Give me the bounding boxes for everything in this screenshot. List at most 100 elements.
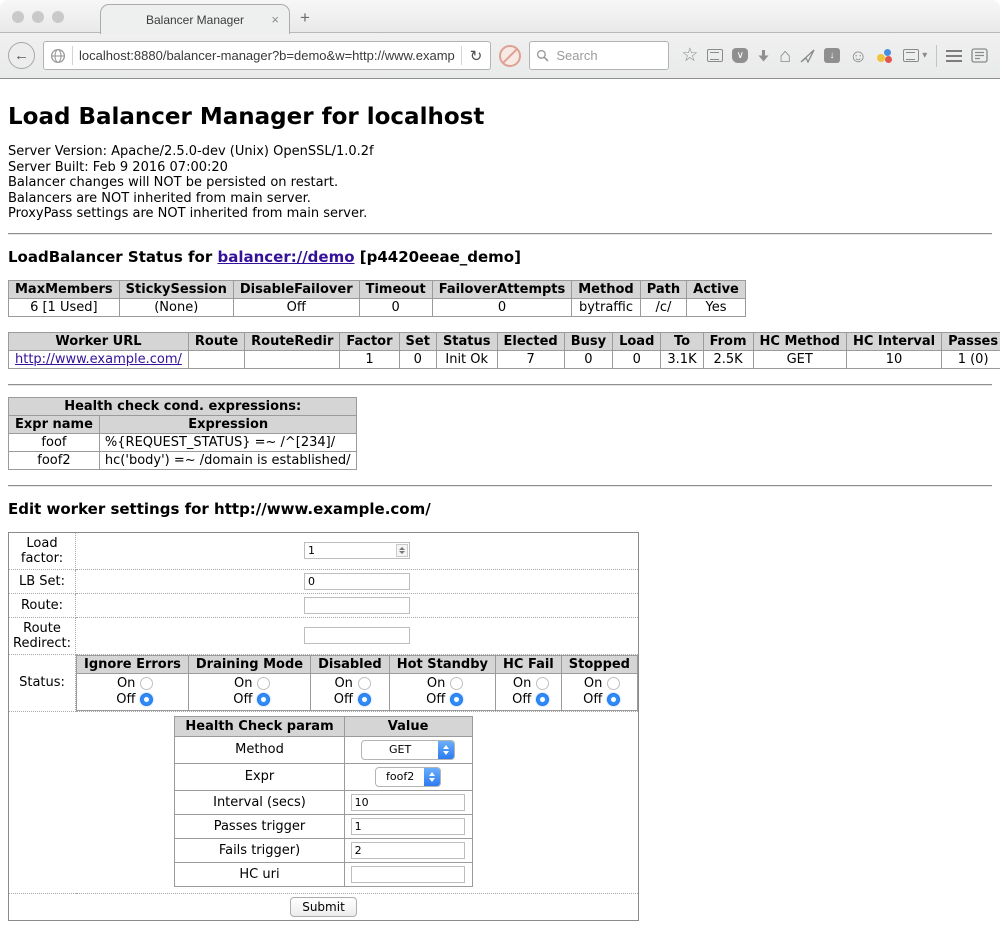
col-header: HC Method xyxy=(753,332,846,350)
server-built: Server Built: Feb 9 2016 07:00:20 xyxy=(8,160,992,176)
chevron-down-icon: ▾ xyxy=(922,51,927,61)
smiley-icon[interactable]: ☺ xyxy=(849,47,867,65)
radio-off[interactable] xyxy=(450,693,463,706)
status-table: Ignore Errors Draining Mode Disabled Hot… xyxy=(76,655,638,711)
window-zoom-button[interactable] xyxy=(52,11,64,23)
url-bar[interactable]: localhost:8880/balancer-manager?b=demo&w… xyxy=(43,41,491,70)
table-cell xyxy=(188,350,244,368)
col-header: Factor xyxy=(340,332,399,350)
form-row: LB Set: xyxy=(9,569,639,593)
radio-on[interactable] xyxy=(536,677,549,690)
reload-button[interactable]: ↻ xyxy=(468,47,485,65)
load-factor-label: Load factor: xyxy=(9,532,76,569)
url-divider xyxy=(461,46,462,65)
heading-suffix: [p4420eeae_demo] xyxy=(355,248,521,266)
send-icon[interactable] xyxy=(800,49,815,63)
blocked-icon[interactable] xyxy=(499,45,521,67)
expr-cell: %{REQUEST_STATUS} =~ /^[234]/ xyxy=(99,433,357,451)
colored-dots-extension-icon[interactable] xyxy=(876,48,894,64)
extension-grid-icon[interactable] xyxy=(971,48,988,63)
bookmarks-clipboard-icon[interactable] xyxy=(707,49,723,62)
load-factor-input[interactable] xyxy=(304,542,410,559)
worker-row: http://www.example.com/ 1 0 Init Ok 7 0 … xyxy=(9,350,1000,368)
downloads-icon[interactable] xyxy=(757,49,770,63)
route-input[interactable] xyxy=(304,597,410,614)
hc-uri-label: HC uri xyxy=(175,862,344,886)
passes-label: Passes trigger xyxy=(175,814,344,838)
radio-off[interactable] xyxy=(607,693,620,706)
status-label: Status: xyxy=(9,654,76,711)
table-cell: 1 (0) xyxy=(942,350,1000,368)
toolbar-icons: ☆ ∨ ⌂ ↓ ☺ ▾ xyxy=(677,45,992,67)
passes-input[interactable] xyxy=(351,818,465,835)
col-header: From xyxy=(703,332,753,350)
worker-url-link[interactable]: http://www.example.com/ xyxy=(15,352,182,367)
status-cell-stopped: On Off xyxy=(561,673,637,710)
interval-label: Interval (secs) xyxy=(175,790,344,814)
table-row: 6 [1 Used] (None) Off 0 0 bytraffic /c/ … xyxy=(9,298,746,316)
interval-input[interactable] xyxy=(351,794,465,811)
route-redirect-input[interactable] xyxy=(304,627,410,644)
table-cell: Off xyxy=(233,298,359,316)
radio-off[interactable] xyxy=(140,693,153,706)
hc-uri-input[interactable] xyxy=(351,866,465,883)
search-input[interactable] xyxy=(554,47,654,64)
new-tab-button[interactable]: + xyxy=(300,8,310,28)
menu-button[interactable] xyxy=(946,50,962,62)
col-header: Ignore Errors xyxy=(77,655,189,673)
save-to-device-icon[interactable]: ↓ xyxy=(824,48,840,63)
off-label: Off xyxy=(507,692,531,708)
edit-worker-form: Load factor: LB Set: Route: Route Redire… xyxy=(8,532,639,921)
col-header: Hot Standby xyxy=(389,655,495,673)
tab-title: Balancer Manager xyxy=(146,13,244,27)
form-row: Method GET xyxy=(175,736,472,763)
table-cell: /c/ xyxy=(640,298,686,316)
method-select[interactable]: GET xyxy=(361,740,455,760)
table-cell: Init Ok xyxy=(436,350,497,368)
form-row: Submit xyxy=(9,893,639,920)
proxypass-note: ProxyPass settings are NOT inherited fro… xyxy=(8,206,992,222)
expr-table-title: Health check cond. expressions: xyxy=(9,397,357,415)
table-row: foof2 hc('body') =~ /domain is establish… xyxy=(9,451,357,469)
submit-button[interactable]: Submit xyxy=(290,897,357,917)
heading-prefix: LoadBalancer Status for xyxy=(8,248,217,266)
status-cell-ignore-errors: On Off xyxy=(77,673,189,710)
table-cell: 3.1K xyxy=(661,350,703,368)
divider xyxy=(8,384,992,386)
status-cell-hot-standby: On Off xyxy=(389,673,495,710)
expr-select[interactable]: foof2 xyxy=(375,767,441,787)
notes-dropdown-icon[interactable]: ▾ xyxy=(903,49,927,62)
radio-off[interactable] xyxy=(358,693,371,706)
off-label: Off xyxy=(578,692,602,708)
browser-tab[interactable]: Balancer Manager × xyxy=(100,4,290,34)
table-row: foof %{REQUEST_STATUS} =~ /^[234]/ xyxy=(9,433,357,451)
form-row: Expr foof2 xyxy=(175,763,472,790)
server-version: Server Version: Apache/2.5.0-dev (Unix) … xyxy=(8,144,992,160)
tab-close-icon[interactable]: × xyxy=(271,12,279,27)
radio-off[interactable] xyxy=(257,693,270,706)
home-icon[interactable]: ⌂ xyxy=(779,46,791,66)
number-spinner-icon[interactable] xyxy=(396,544,408,557)
radio-off[interactable] xyxy=(536,693,549,706)
window-minimize-button[interactable] xyxy=(32,11,44,23)
col-header: Timeout xyxy=(359,280,432,298)
radio-on[interactable] xyxy=(140,677,153,690)
fails-input[interactable] xyxy=(351,842,465,859)
expr-label: Expr xyxy=(175,763,344,790)
radio-on[interactable] xyxy=(358,677,371,690)
radio-on[interactable] xyxy=(257,677,270,690)
radio-on[interactable] xyxy=(607,677,620,690)
lb-set-label: LB Set: xyxy=(9,569,76,593)
page-content: Load Balancer Manager for localhost Serv… xyxy=(0,104,1000,927)
radio-on[interactable] xyxy=(450,677,463,690)
pocket-icon[interactable]: ∨ xyxy=(732,48,748,63)
window-close-button[interactable] xyxy=(12,11,24,23)
back-button[interactable]: ← xyxy=(8,42,35,69)
url-text[interactable]: localhost:8880/balancer-manager?b=demo&w… xyxy=(79,48,455,63)
inherit-note: Balancers are NOT inherited from main se… xyxy=(8,191,992,207)
table-cell: 0 xyxy=(432,298,572,316)
lb-set-input[interactable] xyxy=(304,573,410,590)
table-cell: (None) xyxy=(119,298,233,316)
balancer-link[interactable]: balancer://demo xyxy=(217,248,354,266)
bookmark-star-icon[interactable]: ☆ xyxy=(681,46,698,65)
